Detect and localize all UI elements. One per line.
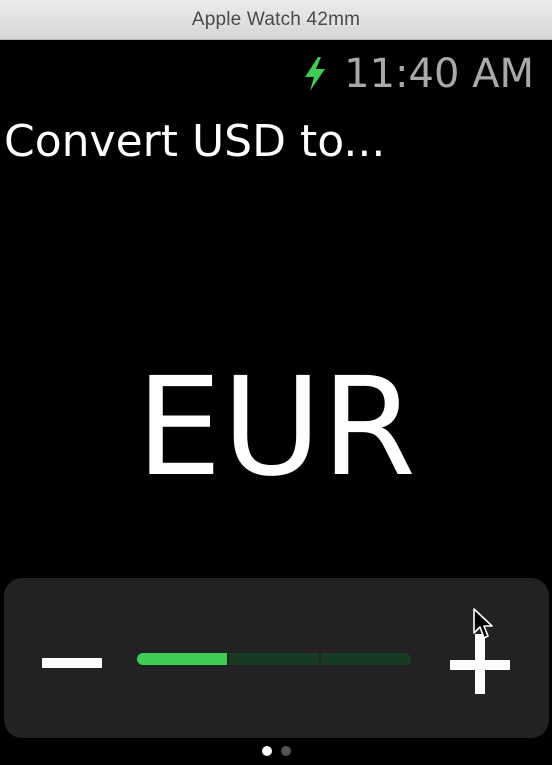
slider-segment [321, 653, 411, 665]
selected-currency: EUR [136, 349, 416, 507]
lightning-bolt-icon [305, 57, 326, 91]
slider-track[interactable] [137, 653, 411, 665]
increment-button[interactable] [440, 624, 520, 704]
page-dot [261, 746, 272, 756]
slider-segment [229, 653, 319, 665]
convert-heading: Convert USD to... [4, 116, 386, 167]
watch-screen: 11:40 AM Convert USD to... EUR [0, 40, 552, 765]
page-dot [280, 746, 291, 756]
decrement-button[interactable] [32, 648, 104, 678]
plus-icon-vertical [475, 634, 485, 694]
status-bar: 11:40 AM [302, 54, 534, 94]
window-titlebar: Apple Watch 42mm [0, 0, 552, 40]
currency-slider[interactable] [4, 578, 549, 738]
minus-icon [42, 658, 102, 668]
status-time: 11:40 AM [344, 51, 534, 97]
page-indicator [0, 746, 552, 756]
slider-segment [137, 653, 227, 665]
window-title: Apple Watch 42mm [191, 8, 361, 30]
